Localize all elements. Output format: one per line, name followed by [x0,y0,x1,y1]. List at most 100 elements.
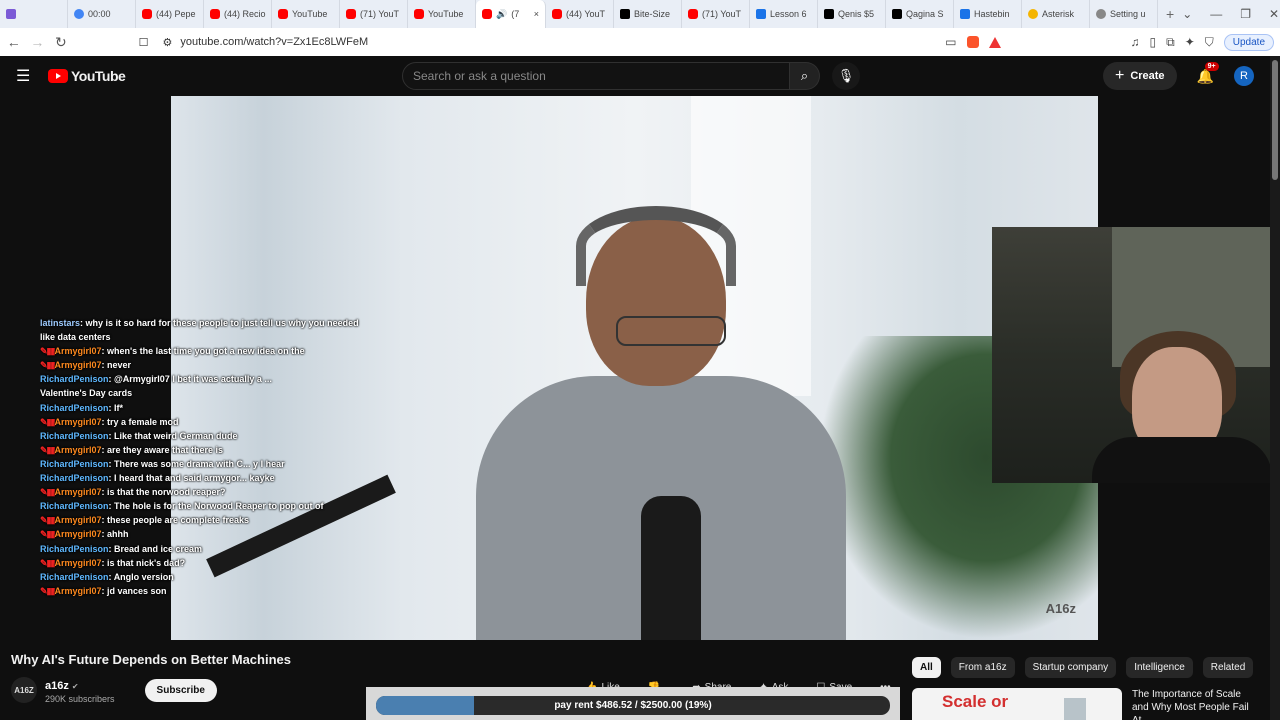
chat-message: ✎▮▮Armygirl07: is that the norwood reape… [40,485,420,499]
scrollbar-thumb[interactable] [1272,60,1278,180]
leo-icon[interactable]: ✦ [1185,35,1195,49]
tab-label: (44) YouT [566,9,606,19]
chat-text: Like that weird German dude [114,430,238,441]
channel-avatar[interactable]: A16Z [11,677,37,703]
create-label: Create [1130,70,1165,82]
brave-shield-icon[interactable] [966,36,979,48]
browser-tab[interactable]: Setting u [1090,0,1158,28]
chat-badge-icon: ✎▮▮ [40,346,55,357]
notifications-button[interactable]: 🔔 9+ [1197,61,1219,85]
chat-text: jd vances son [106,585,167,596]
voice-search-button[interactable]: 🎙 [832,62,860,90]
browser-tab[interactable]: (44) YouT [546,0,614,28]
recommendation-thumbnail[interactable]: Scale or [912,688,1122,720]
chat-message: RichardPenison: Bread and ice cream [40,542,420,556]
tab-label: Setting u [1110,9,1146,19]
minimize-icon[interactable]: — [1210,7,1222,21]
browser-tab[interactable]: Bite-Size [614,0,682,28]
extensions-icon[interactable]: ⧉ [1166,35,1175,50]
rent-progress-overlay: pay rent $486.52 / $2500.00 (19%) [366,687,900,720]
tab-favicon-icon [960,9,970,19]
chat-username: RichardPenison [40,458,109,469]
new-tab-button[interactable]: + [1158,6,1182,22]
chat-text: If* [114,402,124,413]
browser-tab[interactable]: (71) YouT [682,0,750,28]
recommendation-title[interactable]: The Importance of Scale and Why Most Peo… [1132,688,1252,720]
channel-name[interactable]: a16z [45,680,69,692]
tab-label: Bite-Size [634,9,671,19]
related-chips: All From a16z Startup company Intelligence R… [912,657,1280,678]
subscribe-button[interactable]: Subscribe [144,678,217,702]
chat-text: There was some drama with C... y I hear [114,458,285,469]
chat-username: RichardPenison [40,571,109,582]
reload-icon[interactable]: ↻ [51,34,71,51]
browser-tab[interactable]: Hastebin [954,0,1022,28]
browser-tab[interactable]: 00:00 [68,0,136,28]
chat-text: why is it so hard for these people to ju… [85,318,359,328]
tab-label: YouTube [292,9,328,19]
menu-icon[interactable]: ☰ [16,66,36,86]
forward-icon[interactable]: → [28,34,48,50]
tab-label: Hastebin [974,9,1010,19]
tab-close-icon[interactable]: × [534,9,539,19]
filter-chip[interactable]: From a16z [950,657,1015,678]
search-input[interactable] [402,62,790,90]
browser-tab[interactable]: (71) YouT [340,0,408,28]
speaker-glasses [616,316,726,346]
browser-tab[interactable]: YouTube [272,0,340,28]
filter-chip[interactable]: Intelligence [1126,657,1193,678]
maximize-icon[interactable]: ❐ [1240,7,1251,21]
chat-text: is that the norwood reaper? [106,487,226,498]
chat-message: ✎▮▮Armygirl07: ahhh [40,527,420,541]
chat-message: ✎▮▮Armygirl07: these people are complete… [40,513,420,527]
browser-tab[interactable]: Lesson 6 [750,0,818,28]
browser-tab[interactable]: (44) Pepe [136,0,204,28]
chat-username: Armygirl07 [54,416,102,427]
browser-tab[interactable]: (44) Recio [204,0,272,28]
sidebar-icon[interactable]: ▯ [1150,35,1157,49]
browser-tab[interactable]: YouTube [408,0,476,28]
update-button[interactable]: Update [1223,33,1275,51]
chat-text: these people are complete freaks [106,515,250,526]
bookmark-icon[interactable]: ☐ [139,36,149,49]
site-info-icon[interactable]: ⚙ [163,36,173,49]
chat-text: The hole is for the Norwood Reaper to po… [114,501,324,512]
filter-chip[interactable]: All [912,657,941,678]
chat-badge-icon: ✎▮▮ [40,515,55,526]
filter-chip[interactable]: Related [1202,657,1254,678]
filter-chip[interactable]: Startup company [1024,657,1117,678]
back-icon[interactable]: ← [4,34,24,50]
tab-favicon-icon [482,9,492,19]
browser-tab[interactable]: 🔊 (7 × [476,0,546,28]
tab-favicon-icon [74,9,84,19]
tab-favicon-icon [210,9,220,19]
close-window-icon[interactable]: ✕ [1269,7,1279,21]
search-button[interactable]: ⌕ [790,62,820,90]
tab-audio-icon[interactable]: 🔊 [496,9,507,20]
create-button[interactable]: + Create [1102,62,1177,90]
tab-label: 00:00 [88,9,111,19]
url-field[interactable]: ☐ ⚙ youtube.com/watch?v=Zx1Ec8LWFeM [139,31,946,53]
chat-text: like data centers [40,332,111,343]
channel-info: a16z ✔ 290K subscribers [45,676,115,704]
notification-badge: 9+ [1204,61,1219,71]
chat-text: Bread and ice cream [114,543,203,554]
account-avatar[interactable]: R [1234,66,1254,86]
video-watermark: A16z [1045,601,1076,616]
media-icon[interactable]: ♫ [1131,35,1140,49]
browser-tab[interactable]: Qenis $5 [818,0,886,28]
brave-rewards-icon[interactable] [988,36,1001,48]
browser-tab[interactable]: Asterisk [1022,0,1090,28]
screen-cast-icon[interactable]: ▭ [945,35,956,49]
chat-username: latinstars [40,318,81,328]
chat-message: like data centers [40,330,420,344]
chat-text: when's the last time you got a new idea … [106,346,305,357]
browser-tab[interactable] [0,0,68,28]
vpn-icon[interactable]: ⛉ [1205,35,1214,50]
recommendation-card[interactable]: Scale or The Importance of Scale and Why… [912,688,1260,720]
browser-tab[interactable]: Qagina S [886,0,954,28]
tab-search-icon[interactable]: ⌄ [1182,7,1192,21]
page-scrollbar[interactable] [1270,56,1280,720]
youtube-logo[interactable]: YouTube [48,68,126,84]
tab-label: Lesson 6 [770,9,807,19]
